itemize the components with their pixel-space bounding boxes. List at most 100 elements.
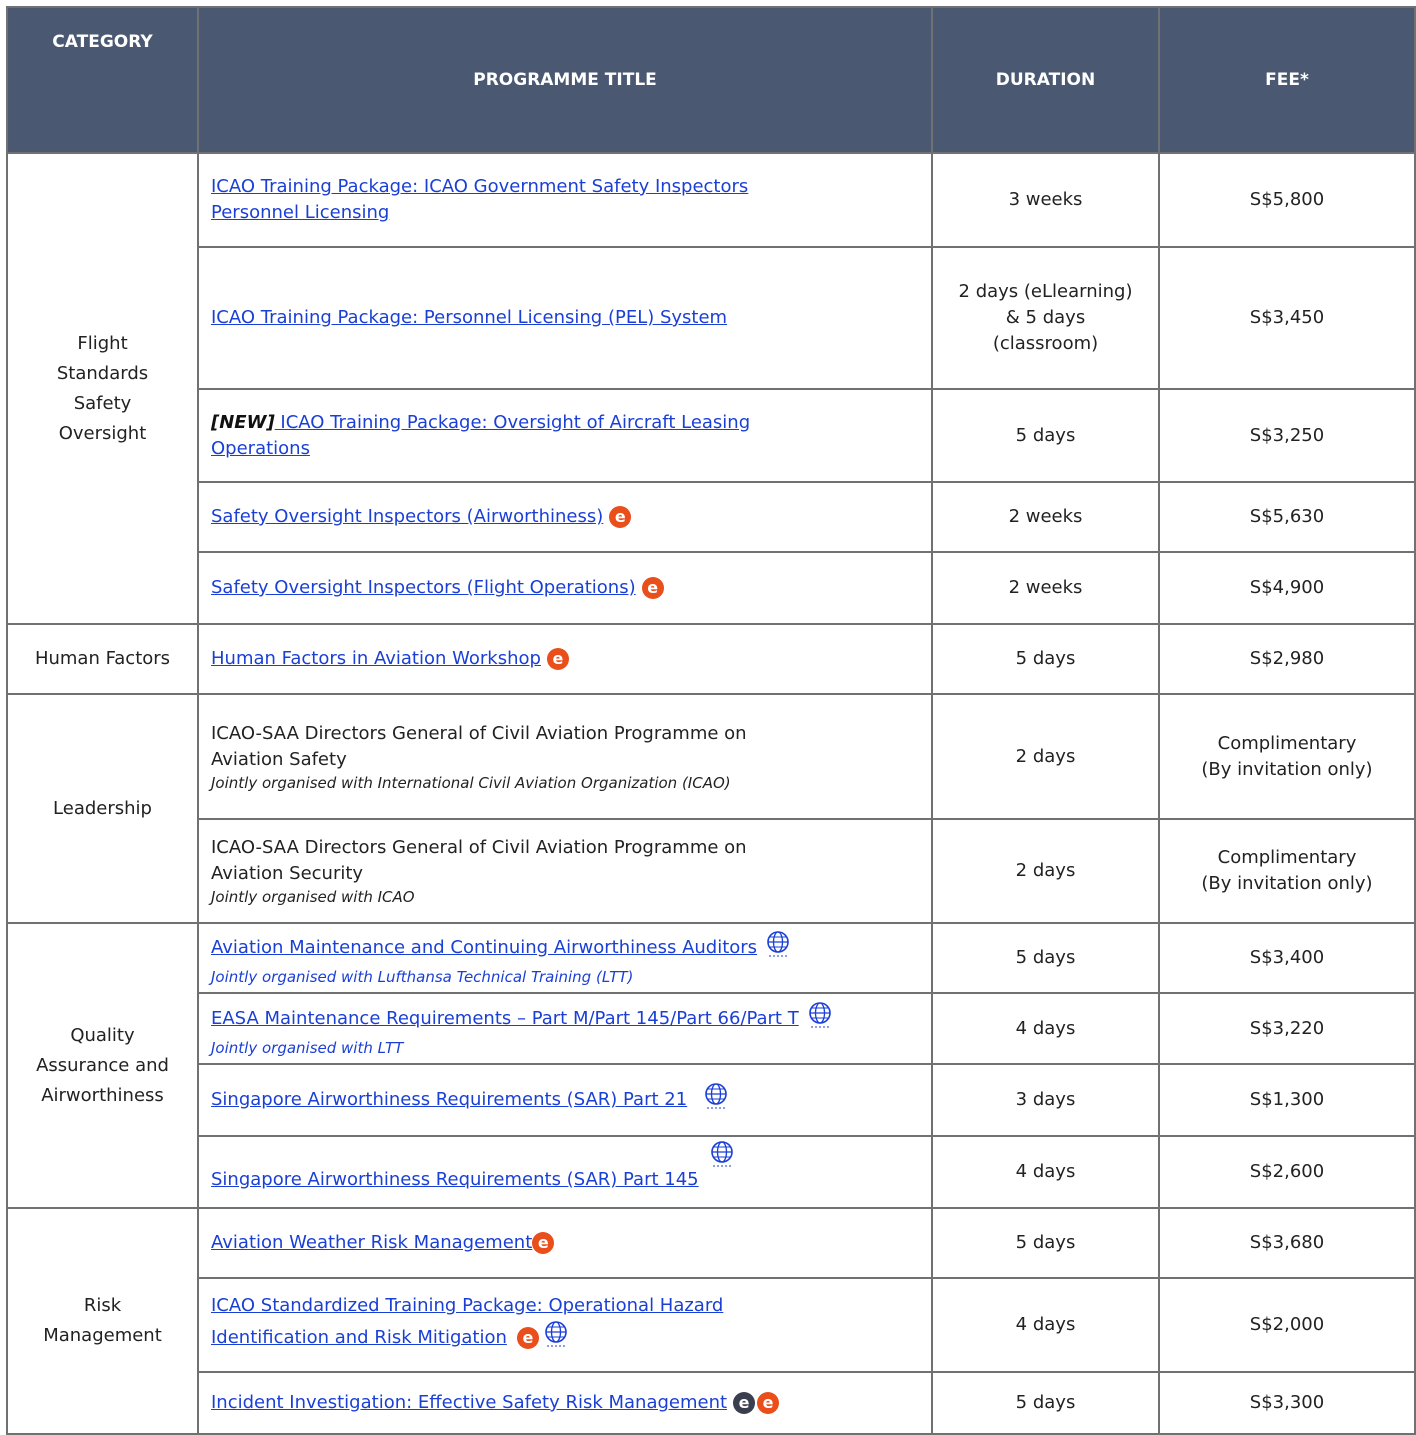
programme-title: ICAO-SAA Directors General of Civil Avia… [211,722,747,744]
fee-cell: S$4,900 [1158,551,1416,625]
programme-title-cell: [NEW] ICAO Training Package: Oversight o… [197,388,933,483]
duration-cell: 4 days [931,1135,1160,1209]
category-human-factors: Human Factors [6,623,199,695]
duration-cell: 4 days [931,1277,1160,1373]
programme-link[interactable]: Safety Oversight Inspectors (Airworthine… [211,506,603,527]
programme-title: Aviation Security [211,863,364,884]
category-risk-management: Risk Management [6,1207,199,1435]
fee-cell: S$2,980 [1158,623,1416,695]
table-row: Leadership ICAO-SAA Directors General of… [6,693,1416,924]
programme-link[interactable]: Aviation Maintenance and Continuing Airw… [211,937,757,958]
elearning-icon: e [641,577,664,599]
globe-icon [541,1319,571,1357]
programme-title-cell: ICAO Standardized Training Package: Oper… [197,1277,933,1373]
table-row: [NEW] ICAO Training Package: Oversight o… [7,388,1416,483]
duration-cell: 5 days [931,623,1160,695]
elearning-icon: e [516,1327,539,1349]
header-category: CATEGORY [6,6,199,154]
elearning-dark-icon: e [733,1392,756,1414]
fee-cell: S$2,000 [1158,1277,1416,1373]
programme-link[interactable]: ICAO Training Package: Personnel Licensi… [211,307,727,328]
table-row: ICAO-SAA Directors General of Civil Avia… [7,818,1416,924]
duration-cell: 2 days (eLlearning) & 5 days (classroom) [931,246,1160,390]
category-label: Flight [77,332,128,354]
fee-cell: S$3,680 [1158,1207,1416,1279]
category-flight-standards: Flight Standards Safety Oversight [6,152,199,625]
fee-cell: S$5,630 [1158,481,1416,553]
programme-title: Aviation Safety [211,748,347,770]
category-label: Management [43,1325,162,1346]
programme-link[interactable]: Singapore Airworthiness Requirements (SA… [211,1089,687,1110]
table-row: Incident Investigation: Effective Safety… [7,1371,1416,1435]
programme-link[interactable]: Singapore Airworthiness Requirements (SA… [211,1169,699,1190]
table-row: Singapore Airworthiness Requirements (SA… [7,1063,1416,1137]
category-quality-assurance: Quality Assurance and Airworthiness [6,922,199,1209]
programme-link[interactable]: Safety Oversight Inspectors (Flight Oper… [211,577,636,598]
elearning-icon: e [757,1392,780,1414]
programme-title-cell: Safety Oversight Inspectors (Airworthine… [197,481,933,553]
globe-icon [763,929,793,967]
table-row: Human Factors Human Factors in Aviation … [6,623,1416,695]
programme-title-cell: EASA Maintenance Requirements – Part M/P… [197,992,933,1065]
programme-link[interactable]: ICAO Training Package: Oversight of Airc… [211,412,750,459]
table-row: EASA Maintenance Requirements – Part M/P… [7,992,1416,1065]
duration-cell: 3 days [931,1063,1160,1137]
category-leadership: Leadership [6,693,199,924]
joint-note: Jointly organised with Lufthansa Technic… [211,968,634,986]
programme-table: CATEGORY PROGRAMME TITLE DURATION FEE* F… [6,6,1416,1435]
programme-link[interactable]: EASA Maintenance Requirements – Part M/P… [211,1008,799,1029]
header-row: CATEGORY PROGRAMME TITLE DURATION FEE* [6,6,1416,154]
duration-cell: 2 weeks [931,551,1160,625]
joint-note: Jointly organised with LTT [211,1038,404,1057]
programme-title-cell: ICAO-SAA Directors General of Civil Avia… [197,818,933,924]
table-row: Singapore Airworthiness Requirements (SA… [7,1135,1416,1209]
duration-cell: 5 days [931,922,1160,994]
category-label: Risk [83,1295,122,1316]
fee-cell: Complimentary (By invitation only) [1158,818,1416,924]
globe-icon [701,1081,731,1119]
globe-icon [805,1000,835,1038]
programme-link[interactable]: ICAO Training Package: ICAO Government S… [211,176,748,223]
table-row: Quality Assurance and Airworthiness Avia… [6,922,1416,1209]
fee-cell: S$1,300 [1158,1063,1416,1137]
table-row: Risk Management Aviation Weather Risk Ma… [6,1207,1416,1435]
duration-cell: 2 days [931,693,1160,820]
elearning-icon: e [609,506,632,528]
programme-title-cell: ICAO Training Package: Personnel Licensi… [197,246,933,390]
category-label: Oversight [58,422,147,444]
programme-title-cell: Human Factors in Aviation Workshop e [197,623,933,695]
programme-title-cell: Incident Investigation: Effective Safety… [197,1371,933,1435]
fee-cell: Complimentary (By invitation only) [1158,693,1416,820]
table-row: ICAO Standardized Training Package: Oper… [7,1277,1416,1373]
fee-cell: S$3,400 [1158,922,1416,994]
header-duration: DURATION [931,6,1160,154]
table-row: Flight Standards Safety Oversight ICAO T… [6,152,1416,625]
duration-cell: 2 weeks [931,481,1160,553]
joint-note: Jointly organised with International Civ… [211,773,731,792]
programme-link[interactable]: Aviation Weather Risk Management [211,1232,532,1253]
elearning-icon: e [532,1232,555,1254]
programme-link[interactable]: ICAO Standardized Training Package: Oper… [211,1295,723,1348]
programme-title-cell: ICAO-SAA Directors General of Civil Avia… [197,693,933,820]
category-label: Standards [56,362,149,384]
header-programme-title: PROGRAMME TITLE [197,6,933,154]
fee-cell: S$3,250 [1158,388,1416,483]
fee-cell: S$2,600 [1158,1135,1416,1209]
globe-icon [707,1139,737,1177]
programme-title-cell: Singapore Airworthiness Requirements (SA… [197,1135,933,1209]
programme-title-cell: Singapore Airworthiness Requirements (SA… [197,1063,933,1137]
programme-title-cell: Safety Oversight Inspectors (Flight Oper… [197,551,933,625]
fee-cell: S$3,450 [1158,246,1416,390]
duration-cell: 2 days [931,818,1160,924]
programme-link[interactable]: Incident Investigation: Effective Safety… [211,1392,727,1413]
category-label: Airworthiness [41,1084,164,1106]
category-label: Assurance and [36,1054,169,1076]
programme-title-cell: Aviation Weather Risk Management e [197,1207,933,1279]
programme-title: ICAO-SAA Directors General of Civil Avia… [211,837,747,858]
duration-cell: 3 weeks [931,152,1160,248]
table-row: Safety Oversight Inspectors (Flight Oper… [7,551,1416,625]
programme-link[interactable]: Human Factors in Aviation Workshop [211,648,541,669]
category-label: Safety [73,392,132,414]
duration-cell: 4 days [931,992,1160,1065]
fee-cell: S$3,300 [1158,1371,1416,1435]
